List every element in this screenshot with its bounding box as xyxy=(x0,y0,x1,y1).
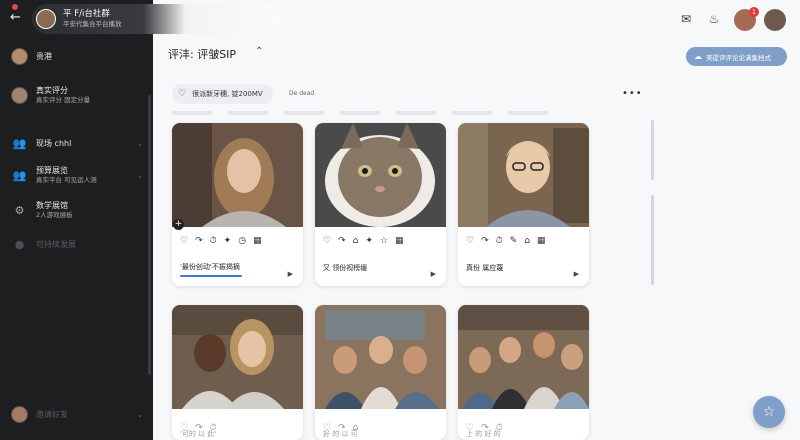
avatar xyxy=(11,87,28,104)
message-icon[interactable]: ✉ xyxy=(678,11,694,27)
sidebar-item-live[interactable]: 👥 现场 chhl ⌄ xyxy=(11,135,143,152)
card-caption: 真份 属应蔑 xyxy=(466,264,504,272)
filter-extra-text: De dead xyxy=(289,90,315,97)
grid-icon[interactable]: ▦ xyxy=(537,236,546,246)
share-icon[interactable]: ↷ xyxy=(338,236,346,246)
sidebar-item-sub: 真实评分 固定分量 xyxy=(36,96,91,104)
avatar xyxy=(11,406,28,423)
avatar xyxy=(11,48,28,65)
card-actions: ♡ ↷ ⏱ ✦ ◷ ▦ xyxy=(180,236,262,246)
content-scrollbar[interactable] xyxy=(651,120,654,180)
page-title: 评沣: 评皱SIP xyxy=(168,48,237,61)
sidebar-item-gui-gang[interactable]: 贵港 xyxy=(11,48,143,65)
sidebar: ← 贵港 真实评分 真实评分 固定分量 👥 现场 chhl ⌄ 👥 预算展览 真… xyxy=(0,0,153,440)
profile-avatar[interactable] xyxy=(764,9,786,31)
back-arrow-icon[interactable]: ← xyxy=(10,10,26,26)
sidebar-item-label: 贵港 xyxy=(36,51,52,61)
sidebar-item-label: 数学展馆 xyxy=(36,201,68,210)
sidebar-scrollbar[interactable] xyxy=(148,95,151,375)
chevron-up-icon[interactable]: ⌃ xyxy=(255,46,263,57)
sidebar-item-sub: 2人游戏展板 xyxy=(36,211,73,219)
timer-icon[interactable]: ⏱ xyxy=(210,236,217,246)
card-photo xyxy=(458,123,589,227)
card-photo xyxy=(172,123,303,227)
primary-action-button[interactable]: ☁ 美提评评论论满集档式 xyxy=(686,47,787,66)
home-icon[interactable]: ⌂ xyxy=(353,236,359,246)
chevron-down-icon[interactable]: ⌄ xyxy=(137,172,143,180)
play-icon[interactable]: ▶ xyxy=(288,270,293,278)
sidebar-item-label: 可持续发展 xyxy=(36,239,76,249)
add-icon[interactable]: + xyxy=(173,219,184,230)
floating-action-button[interactable]: ☆ xyxy=(753,396,785,428)
sidebar-item-invite[interactable]: 邀请好友 ⌄ xyxy=(11,406,143,423)
sidebar-item-label: 真实评分 xyxy=(36,86,68,95)
play-icon[interactable]: ▶ xyxy=(431,270,436,278)
media-card[interactable]: + ♡ ↷ ⏱ ✦ ◷ ▦ '最份创动'不振揭摘 ▶ xyxy=(172,123,303,286)
grid-icon[interactable]: ▦ xyxy=(253,236,262,246)
share-icon[interactable]: ↷ xyxy=(481,236,489,246)
users-gear-icon: ⚙ xyxy=(14,204,25,217)
card-actions: ♡ ↷ ⌂ ✦ ☆ ▦ xyxy=(323,236,403,246)
sidebar-item-label: 现场 chhl xyxy=(36,138,72,148)
heart-icon[interactable]: ♡ xyxy=(323,236,331,246)
app-avatar xyxy=(36,9,56,29)
edit-icon[interactable]: ✎ xyxy=(510,236,518,246)
media-card[interactable]: ♡ ↷ ⏱ '可的 以 此' xyxy=(172,305,303,440)
heart-icon[interactable]: ♡ xyxy=(180,236,188,246)
primary-action-label: 美提评评论论满集档式 xyxy=(706,53,771,62)
heart-icon[interactable]: ♡ xyxy=(466,236,474,246)
card-photo xyxy=(315,123,446,227)
card-photo xyxy=(315,305,446,409)
heart-icon: ♡ xyxy=(178,89,187,99)
star-icon[interactable]: ☆ xyxy=(380,236,388,246)
chevron-down-icon[interactable]: ⌄ xyxy=(137,140,143,148)
filter-chip[interactable]: ♡ 很派新牙穗, 锭200MV xyxy=(172,84,273,104)
media-card[interactable]: ♡ ↷ ⌂ 好 的 以 可 xyxy=(315,305,446,440)
card-actions: ♡ ↷ ⏱ ✎ ⌂ ▦ xyxy=(466,236,545,246)
card-photo xyxy=(172,305,303,409)
card-caption: 又 领份视榜缓 xyxy=(323,264,368,272)
chat-bubble-icon: ● xyxy=(14,238,25,251)
cloud-icon: ☁ xyxy=(694,52,702,61)
home-icon[interactable]: ⌂ xyxy=(524,236,530,246)
app-title: 平 F/i台社群 xyxy=(63,9,110,19)
clock-icon[interactable]: ◷ xyxy=(238,236,246,246)
sidebar-item-math[interactable]: ⚙ 数学展馆 2人游戏展板 xyxy=(11,201,143,220)
app-subtitle: 平安代集合平台播放 xyxy=(63,20,122,28)
media-card[interactable]: ♡ ↷ ⏱ ✎ ⌂ ▦ 真份 属应蔑 ▶ xyxy=(458,123,589,286)
card-caption: 上 的 好 的 xyxy=(466,430,501,438)
timer-icon[interactable]: ⏱ xyxy=(496,236,503,246)
card-caption: '可的 以 此' xyxy=(180,430,217,438)
play-icon[interactable]: ▶ xyxy=(574,270,579,278)
card-caption: 好 的 以 可 xyxy=(323,430,358,438)
card-caption: '最份创动'不振揭摘 xyxy=(180,263,240,271)
app-title-pill[interactable]: 平 F/i台社群 平安代集合平台播放 xyxy=(32,4,280,34)
card-photo xyxy=(458,305,589,409)
sidebar-item-sustainability[interactable]: ● 可持续发展 xyxy=(11,236,143,253)
chevron-down-icon[interactable]: ⌄ xyxy=(137,411,143,419)
sidebar-item-sub: 真实平台 可见运人测 xyxy=(36,176,97,184)
group-icon: 👥 xyxy=(12,137,27,150)
sidebar-item-label: 邀请好友 xyxy=(36,409,68,419)
people-icon: 👥 xyxy=(12,169,27,182)
reaction-icon[interactable]: ✦ xyxy=(224,236,232,246)
compose-icon: ☆ xyxy=(762,404,776,420)
media-card[interactable]: ♡ ↷ ⏱ 上 的 好 的 xyxy=(458,305,589,440)
card-progress-bar xyxy=(180,275,242,277)
sidebar-item-label: 预算展览 xyxy=(36,166,68,175)
bell-icon[interactable]: ♨ xyxy=(706,11,722,27)
blurred-tab-row xyxy=(172,111,632,116)
filter-chip-label: 很派新牙穗, 锭200MV xyxy=(192,90,263,98)
grid-icon[interactable]: ▦ xyxy=(395,236,404,246)
content-scrollbar-track[interactable] xyxy=(651,195,654,285)
sidebar-item-real-rating[interactable]: 真实评分 真实评分 固定分量 xyxy=(11,86,143,105)
sidebar-item-budget[interactable]: 👥 预算展览 真实平台 可见运人测 ⌄ xyxy=(11,166,143,185)
media-card[interactable]: ♡ ↷ ⌂ ✦ ☆ ▦ 又 领份视榜缓 ▶ xyxy=(315,123,446,286)
notification-badge: 1 xyxy=(749,7,759,17)
reaction-icon[interactable]: ✦ xyxy=(365,236,373,246)
share-icon[interactable]: ↷ xyxy=(195,236,203,246)
more-options-icon[interactable]: ••• xyxy=(622,88,643,99)
